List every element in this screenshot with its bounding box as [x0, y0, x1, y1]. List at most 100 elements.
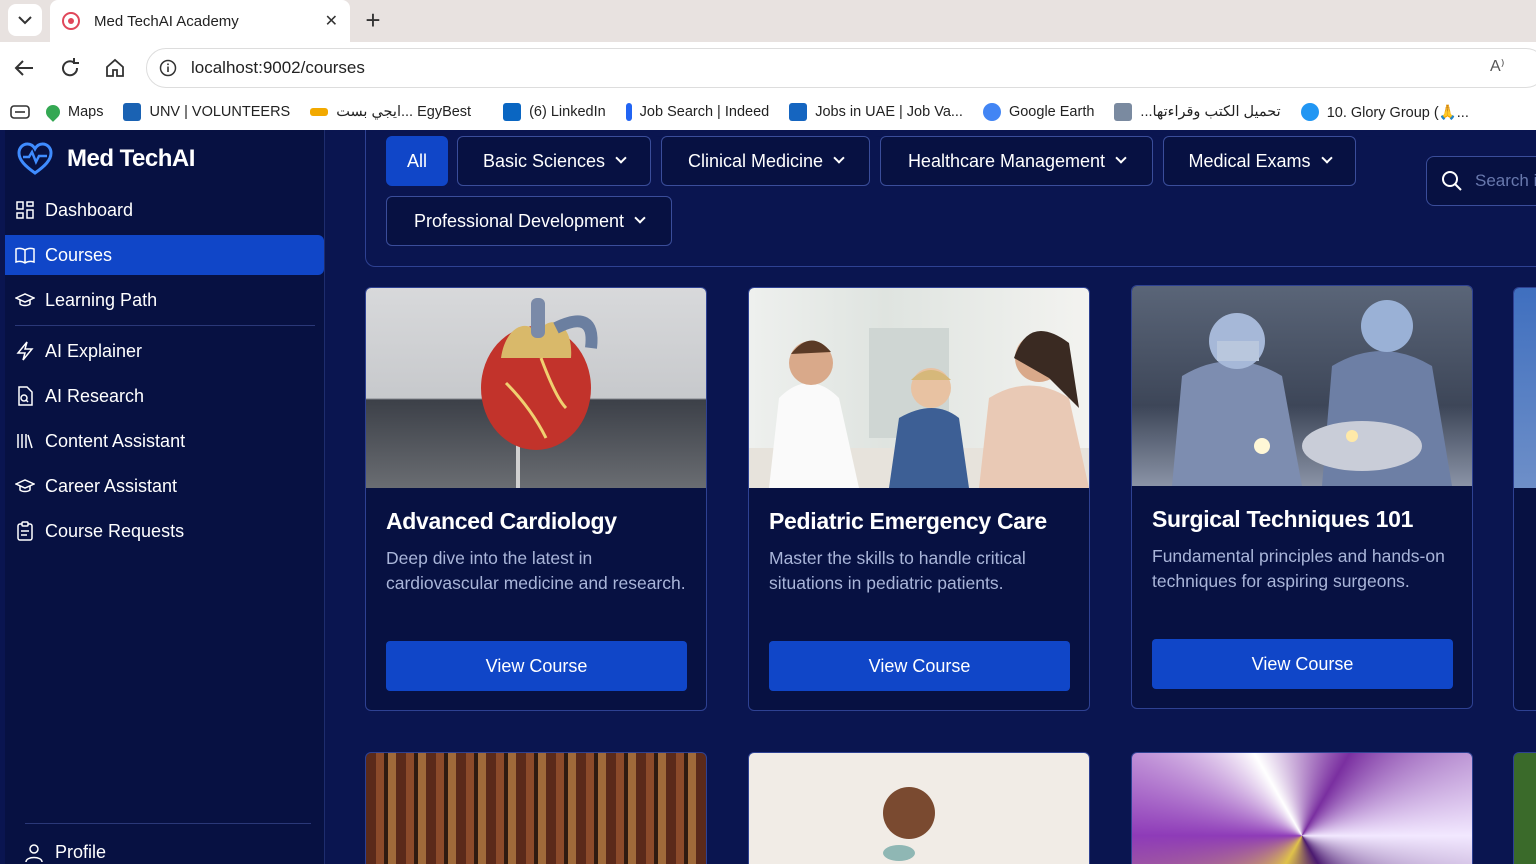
course-image-heart — [366, 288, 706, 488]
sidebar-item-label: Course Requests — [45, 520, 185, 541]
bookmark-label: (6) LinkedIn — [529, 104, 606, 120]
app-favicon-icon — [62, 12, 80, 30]
url-text: localhost:9002/courses — [191, 58, 365, 77]
course-card-abstract-image — [1131, 752, 1473, 864]
user-icon — [25, 843, 43, 862]
bookmarks-menu-icon[interactable] — [10, 105, 30, 119]
course-title: Pediatric Emergency Care — [769, 508, 1047, 534]
bookmark-egybest[interactable]: ايجي بست... EgyBest — [310, 104, 471, 120]
chip-label: Clinical Medicine — [687, 150, 824, 171]
new-tab-button[interactable]: + — [360, 5, 386, 35]
course-title: Advanced Cardiology — [386, 508, 617, 534]
course-card: Advanced Cardiology Deep dive into the l… — [365, 287, 707, 711]
address-bar[interactable]: localhost:9002/courses — [146, 48, 1536, 88]
sidebar-item-course-requests[interactable]: Course Requests — [5, 511, 324, 551]
bookmark-google-earth[interactable]: Google Earth — [982, 103, 1095, 121]
course-card: Pediatric Emergency Care Master the skil… — [748, 287, 1090, 711]
bookmark-books[interactable]: تحميل الكتب وقراءتها... — [1114, 103, 1281, 121]
library-icon — [15, 431, 35, 451]
egybest-logo-icon — [310, 108, 329, 116]
graduation-cap-icon — [15, 290, 35, 310]
chevron-down-icon — [615, 152, 627, 164]
info-icon[interactable] — [159, 59, 177, 77]
sidebar-item-label: Learning Path — [45, 289, 158, 310]
course-image-surgery — [1132, 286, 1472, 486]
brand[interactable]: Med TechAI — [17, 142, 195, 176]
sidebar-divider — [25, 823, 311, 824]
chevron-down-icon — [18, 16, 32, 25]
indeed-logo-icon — [625, 103, 632, 121]
document-search-icon — [15, 386, 35, 406]
chip-label: Medical Exams — [1188, 150, 1311, 171]
sidebar-item-ai-explainer[interactable]: AI Explainer — [5, 331, 324, 371]
sidebar-item-profile[interactable]: Profile — [25, 842, 106, 863]
heart-pulse-icon — [17, 142, 53, 175]
sidebar-item-dashboard[interactable]: Dashboard — [5, 190, 324, 230]
view-course-button[interactable]: View Course — [769, 641, 1070, 691]
bookmark-label: UNV | VOLUNTEERS — [149, 104, 291, 120]
bookmark-label: تحميل الكتب وقراءتها... — [1140, 104, 1281, 120]
bookmark-label: Jobs in UAE | Job Va... — [815, 104, 963, 120]
sidebar-divider — [15, 325, 315, 326]
chevron-down-icon — [634, 212, 646, 224]
filter-chip-basic-sciences[interactable]: Basic Sciences — [457, 136, 651, 186]
google-earth-icon — [982, 103, 1001, 121]
close-tab-icon[interactable]: ✕ — [325, 11, 338, 31]
sidebar-item-content-assistant[interactable]: Content Assistant — [5, 421, 324, 461]
read-aloud-icon[interactable]: A⁾ — [1490, 56, 1505, 76]
bookmark-label: Google Earth — [1008, 104, 1095, 120]
search-placeholder: Search in All — [1475, 171, 1536, 190]
course-description: Deep dive into the latest in cardiovascu… — [386, 548, 686, 593]
bayt-logo-icon — [789, 103, 808, 121]
brand-title: Med TechAI — [67, 145, 195, 172]
bookmark-label: ايجي بست... EgyBest — [336, 104, 472, 120]
graduation-cap-icon — [15, 476, 35, 496]
tab-title: Med TechAI Academy — [94, 12, 239, 30]
sidebar-item-label: AI Explainer — [45, 340, 143, 361]
course-card-library-image — [365, 752, 707, 864]
bookmark-label: 10. Glory Group (🙏... — [1326, 104, 1469, 121]
bookmark-glory-group[interactable]: 10. Glory Group (🙏... — [1300, 103, 1469, 121]
browser-tab-bar: Med TechAI Academy ✕ + — [0, 0, 1536, 42]
address-toolbar: localhost:9002/courses A⁾ — [0, 42, 1536, 94]
browser-tab[interactable]: Med TechAI Academy ✕ — [50, 0, 350, 42]
view-course-button[interactable]: View Course — [1152, 639, 1453, 689]
chip-label: Basic Sciences — [482, 150, 606, 171]
sidebar-item-label: AI Research — [45, 385, 145, 406]
clipboard-icon — [15, 521, 35, 541]
chevron-down-icon — [1320, 152, 1333, 164]
maps-pin-icon — [43, 102, 63, 122]
bookmark-unv[interactable]: UNV | VOLUNTEERS — [123, 103, 290, 121]
book-open-icon — [15, 245, 35, 265]
arrow-left-icon — [14, 60, 33, 76]
bookmarks-bar: Maps UNV | VOLUNTEERS ايجي بست... EgyBes… — [0, 94, 1536, 130]
tab-list-button[interactable] — [8, 4, 42, 36]
chevron-down-icon — [833, 152, 845, 164]
sidebar-item-label: Content Assistant — [45, 430, 186, 451]
back-button[interactable] — [10, 54, 38, 82]
grid-icon — [15, 200, 35, 220]
bookmark-maps[interactable]: Maps — [43, 102, 103, 122]
chevron-down-icon — [1115, 152, 1127, 164]
filter-chip-medical-exams[interactable]: Medical Exams — [1163, 136, 1356, 186]
bolt-icon — [15, 341, 35, 361]
sidebar-item-ai-research[interactable]: AI Research — [5, 376, 324, 416]
course-title: Surgical Techniques 101 — [1152, 506, 1414, 532]
filter-chip-professional-development[interactable]: Professional Development — [386, 196, 672, 246]
reload-button[interactable] — [56, 54, 84, 82]
filter-chip-healthcare-management[interactable]: Healthcare Management — [880, 136, 1153, 186]
course-card-student-image — [748, 752, 1090, 864]
bookmark-jobs-uae[interactable]: Jobs in UAE | Job Va... — [789, 103, 963, 121]
sidebar-item-label: Profile — [55, 842, 107, 862]
bookmark-indeed[interactable]: Job Search | Indeed — [625, 103, 769, 121]
view-course-button[interactable]: View Course — [386, 641, 687, 691]
filter-chip-all[interactable]: All — [386, 136, 448, 186]
home-button[interactable] — [101, 54, 129, 82]
sidebar-item-learning-path[interactable]: Learning Path — [5, 280, 324, 320]
course-description: Master the skills to handle critical sit… — [769, 548, 1026, 593]
search-input[interactable]: Search in All — [1426, 156, 1536, 206]
sidebar-item-courses[interactable]: Courses — [5, 235, 324, 275]
sidebar-item-career-assistant[interactable]: Career Assistant — [5, 466, 324, 506]
bookmark-linkedin[interactable]: (6) LinkedIn — [503, 103, 606, 121]
filter-chip-clinical-medicine[interactable]: Clinical Medicine — [661, 136, 870, 186]
